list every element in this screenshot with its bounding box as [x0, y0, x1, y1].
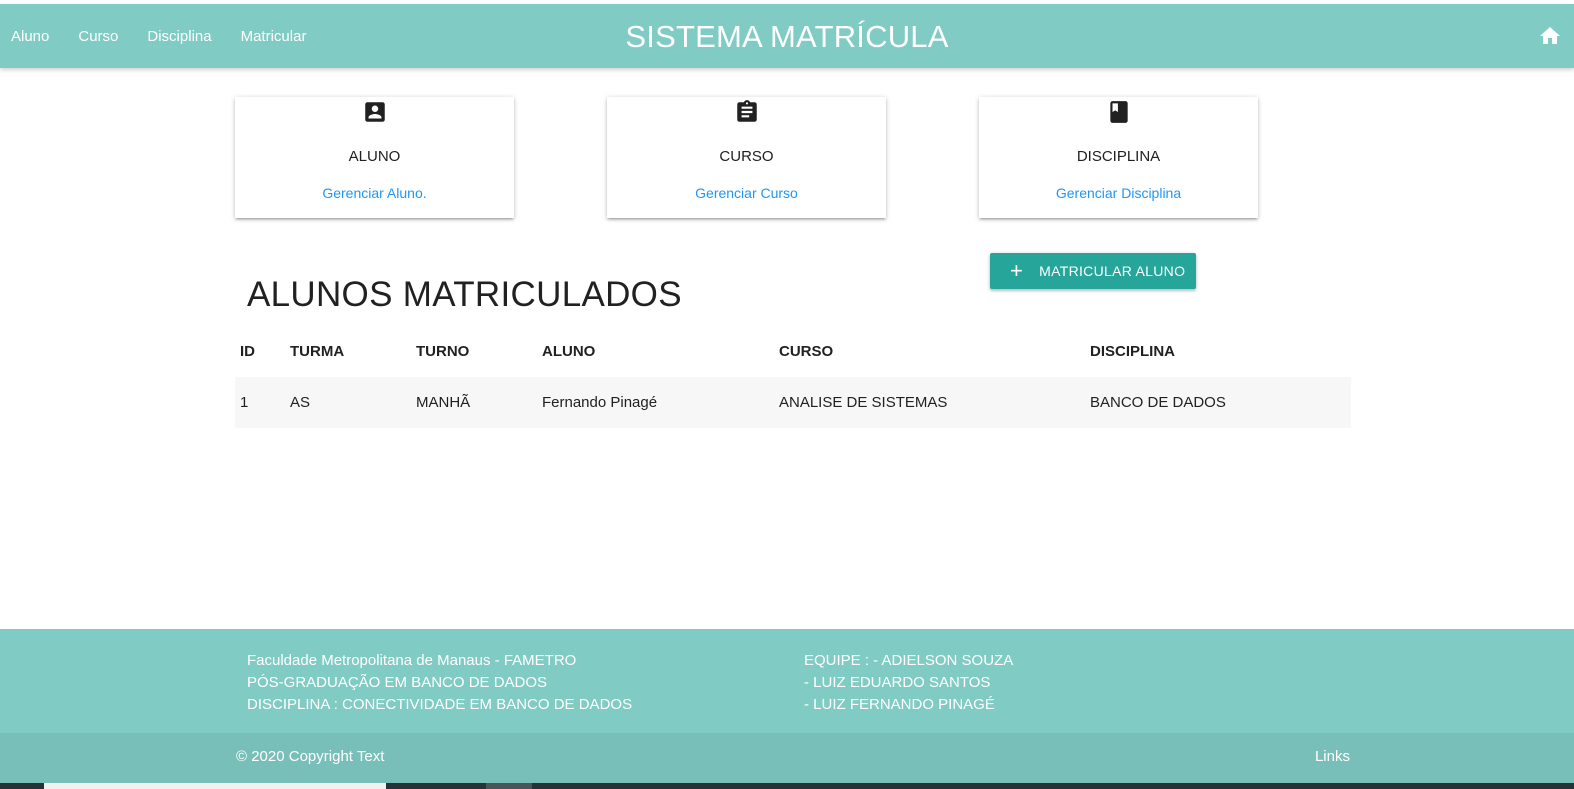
footer-info: Faculdade Metropolitana de Manaus - FAME…: [247, 650, 632, 716]
card-title: DISCIPLINA: [1076, 148, 1161, 165]
card-aluno: ALUNO Gerenciar Aluno.: [235, 97, 514, 218]
copyright-text: © 2020 Copyright Text: [236, 748, 385, 765]
col-header-turno: TURNO: [416, 343, 470, 360]
taskbar-item[interactable]: [486, 783, 532, 789]
card-title: ALUNO: [348, 148, 401, 165]
enroll-button-label: MATRICULAR ALUNO: [1039, 263, 1186, 279]
enrollment-table: ID TURMA TURNO ALUNO CURSO DISCIPLINA 1 …: [235, 326, 1351, 428]
table-row[interactable]: 1 AS MANHÃ Fernando Pinagé ANALISE DE SI…: [235, 377, 1351, 428]
taskbar: [0, 783, 1574, 789]
footer-line: - LUIZ FERNANDO PINAGÉ: [804, 696, 995, 713]
footer-line: Faculdade Metropolitana de Manaus - FAME…: [247, 652, 577, 669]
cell-id: 1: [240, 394, 249, 411]
navbar: Aluno Curso Disciplina Matricular SISTEM…: [0, 4, 1574, 68]
taskbar-item[interactable]: [44, 783, 386, 789]
footer: Faculdade Metropolitana de Manaus - FAME…: [0, 629, 1574, 733]
section-title: ALUNOS MATRICULADOS: [247, 275, 682, 314]
manage-aluno-link[interactable]: Gerenciar Aluno.: [235, 185, 514, 201]
footer-line: DISCIPLINA : CONECTIVIDADE EM BANCO DE D…: [247, 696, 633, 713]
table-header-row: ID TURMA TURNO ALUNO CURSO DISCIPLINA: [235, 326, 1351, 377]
footer-copyright-bar: © 2020 Copyright Text Links: [0, 733, 1574, 783]
footer-line: - LUIZ EDUARDO SANTOS: [804, 674, 991, 691]
book-icon: [1109, 101, 1128, 123]
nav-links: Aluno Curso Disciplina Matricular: [0, 4, 324, 68]
account-box-icon: [364, 102, 385, 122]
col-header-aluno: ALUNO: [542, 343, 596, 360]
manage-curso-link[interactable]: Gerenciar Curso: [607, 185, 886, 201]
cell-aluno: Fernando Pinagé: [542, 394, 658, 411]
footer-line: PÓS-GRADUAÇÃO EM BANCO DE DADOS: [247, 674, 548, 691]
card-disciplina: DISCIPLINA Gerenciar Disciplina: [979, 97, 1258, 218]
nav-link-aluno[interactable]: Aluno: [0, 28, 64, 45]
col-header-disciplina: DISCIPLINA: [1090, 343, 1176, 360]
enroll-student-button[interactable]: + MATRICULAR ALUNO: [990, 253, 1196, 289]
nav-link-matricular[interactable]: Matricular: [230, 28, 322, 45]
cell-disciplina: BANCO DE DADOS: [1090, 394, 1226, 411]
card-title: CURSO: [719, 148, 774, 165]
card-curso: CURSO Gerenciar Curso: [607, 97, 886, 218]
nav-link-curso[interactable]: Curso: [67, 28, 133, 45]
nav-link-disciplina[interactable]: Disciplina: [136, 28, 226, 45]
footer-line: EQUIPE : - ADIELSON SOUZA: [804, 652, 1014, 669]
col-header-curso: CURSO: [779, 343, 834, 360]
assignment-icon: [736, 100, 757, 122]
cell-curso: ANALISE DE SISTEMAS: [779, 394, 948, 411]
plus-icon: +: [1010, 258, 1024, 283]
home-icon: [1540, 27, 1560, 44]
home-button[interactable]: [1538, 24, 1562, 48]
footer-team: EQUIPE : - ADIELSON SOUZA - LUIZ EDUARDO…: [804, 650, 1013, 716]
col-header-id: ID: [240, 343, 255, 360]
footer-links[interactable]: Links: [1315, 748, 1350, 765]
cell-turno: MANHÃ: [416, 394, 471, 411]
col-header-turma: TURMA: [290, 343, 345, 360]
cell-turma: AS: [290, 394, 311, 411]
manage-disciplina-link[interactable]: Gerenciar Disciplina: [979, 185, 1258, 201]
